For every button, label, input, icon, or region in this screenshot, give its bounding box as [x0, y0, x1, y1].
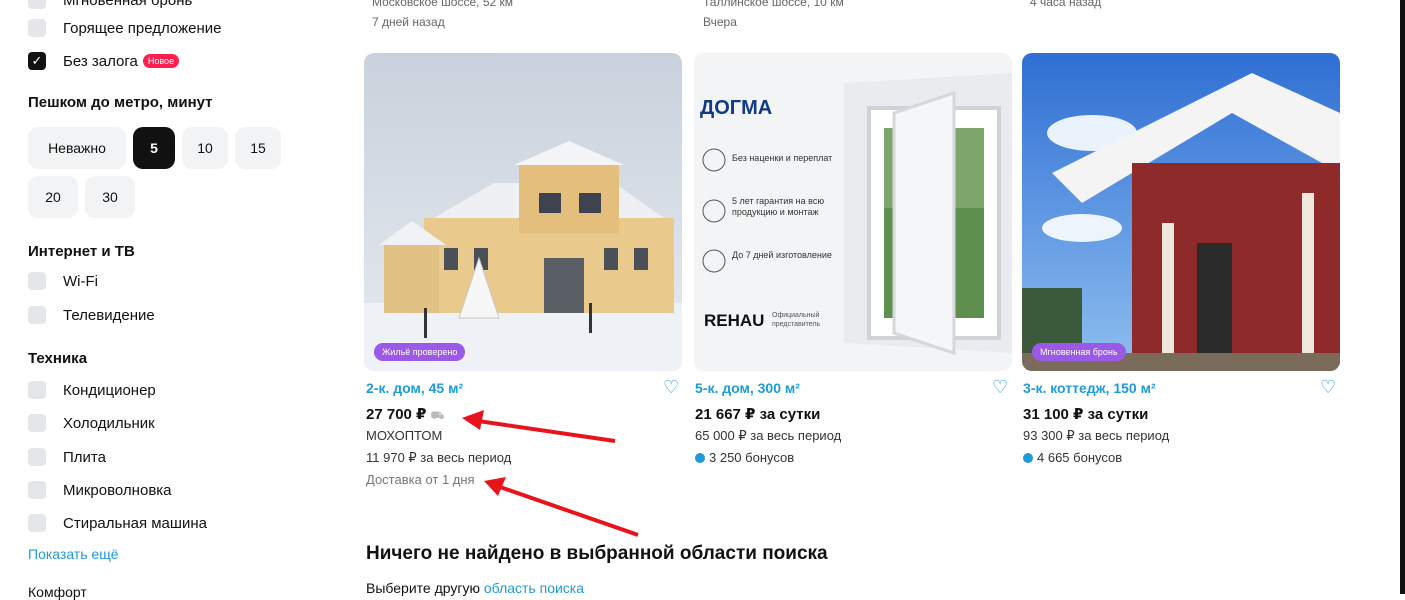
bonus-info: 4 665 бонусов: [1023, 450, 1122, 465]
prev-card-road: Московское шоссе, 52 км: [372, 0, 513, 9]
filter-hot-offer[interactable]: Горящее предложение: [28, 17, 222, 39]
listing-title[interactable]: 2-к. дом, 45 м²: [366, 380, 463, 396]
ad-partner-note: Официальный представитель: [772, 312, 821, 328]
filter-label: Горящее предложение: [63, 19, 222, 37]
favorite-heart-icon[interactable]: ♡: [992, 377, 1008, 398]
window-edge: [1400, 0, 1405, 594]
favorite-heart-icon[interactable]: ♡: [1320, 377, 1336, 398]
ad-point: До 7 дней изготовление: [732, 250, 832, 260]
period-price: 93 300 ₽ за весь период: [1023, 428, 1170, 443]
filter-tv[interactable]: Телевидение: [28, 304, 155, 326]
instant-booking-badge: Мгновенная бронь: [1032, 343, 1126, 361]
metro-option-5[interactable]: 5: [133, 127, 175, 169]
empty-state-title: Ничего не найдено в выбранной области по…: [366, 543, 828, 564]
checkbox[interactable]: [28, 306, 46, 324]
filter-label: Микроволновка: [63, 481, 172, 499]
filter-washer[interactable]: Стиральная машина: [28, 512, 207, 534]
bonus-icon: [1023, 453, 1033, 463]
ad-point: Без наценки и переплат: [732, 153, 833, 163]
filter-label: Wi-Fi: [63, 272, 98, 290]
filter-ac[interactable]: Кондиционер: [28, 379, 156, 401]
listing-photo[interactable]: Жильё проверено: [364, 53, 682, 371]
wooden-cottage-photo: [1022, 53, 1340, 371]
filter-label: Холодильник: [63, 414, 155, 432]
listing-price: 31 100 ₽ за сутки: [1023, 406, 1149, 423]
checkbox[interactable]: [28, 272, 46, 290]
filter-label: Стиральная машина: [63, 514, 207, 532]
listing-photo[interactable]: Мгновенная бронь: [1022, 53, 1340, 371]
seller-name: МОХОПТОМ: [366, 428, 443, 443]
listing-title[interactable]: 5-к. дом, 300 м²: [695, 380, 800, 396]
metro-option-30[interactable]: 30: [85, 176, 135, 218]
price-value: 27 700 ₽: [366, 406, 427, 423]
filter-stove[interactable]: Плита: [28, 446, 106, 468]
bonus-icon: [695, 453, 705, 463]
prev-card-time: Вчера: [703, 15, 737, 29]
new-badge: Новое: [142, 54, 180, 68]
bonus-value: 3 250 бонусов: [709, 450, 795, 465]
checkbox[interactable]: [28, 448, 46, 466]
delivery-info: Доставка от 1 дня: [366, 472, 475, 487]
ad-point: 5 лет гарантия на всю продукцию и монтаж: [732, 196, 825, 217]
metro-option-20[interactable]: 20: [28, 176, 78, 218]
period-price: 65 000 ₽ за весь период: [695, 428, 842, 443]
prev-card-road: Таллинское шоссе, 10 км: [703, 0, 844, 9]
metro-section-title: Пешком до метро, минут: [28, 94, 213, 111]
filter-label: Телевидение: [63, 306, 155, 324]
metro-option-10[interactable]: 10: [182, 127, 228, 169]
delivery-truck-icon: ⛟: [430, 410, 445, 422]
ad-partner: REHAU: [704, 311, 765, 330]
checkbox-checked[interactable]: ✓: [28, 52, 46, 70]
red-arrowhead: [462, 410, 484, 430]
prev-card-time: 4 часа назад: [1030, 0, 1102, 9]
ad-banner[interactable]: ДОГМА Без наценки и переплат 5 лет гаран…: [694, 53, 1012, 371]
filter-label: Кондиционер: [63, 381, 156, 399]
checkbox[interactable]: [28, 414, 46, 432]
tech-section-title: Техника: [28, 350, 88, 367]
filter-label: Без залога: [63, 52, 138, 70]
filter-label: Мгновенная бронь: [63, 0, 193, 9]
checkbox[interactable]: [28, 381, 46, 399]
filter-microwave[interactable]: Микроволновка: [28, 479, 172, 501]
filter-no-deposit[interactable]: ✓ Без залога Новое: [28, 50, 180, 72]
filters-sidebar: Мгновенная бронь Горящее предложение ✓ Б…: [0, 0, 300, 600]
show-more-link[interactable]: Показать ещё: [28, 546, 119, 562]
favorite-heart-icon[interactable]: ♡: [663, 377, 679, 398]
listing-price: 27 700 ₽ ⛟: [366, 405, 445, 424]
filter-label: Плита: [63, 448, 106, 466]
house-winter-photo: [364, 53, 682, 371]
checkbox[interactable]: [28, 0, 46, 9]
next-section-title: Комфорт: [28, 584, 87, 600]
bonus-value: 4 665 бонусов: [1037, 450, 1123, 465]
red-arrowhead: [484, 477, 506, 496]
red-arrow-delivery: [499, 485, 639, 537]
filter-wifi[interactable]: Wi-Fi: [28, 270, 98, 292]
checkbox[interactable]: [28, 514, 46, 532]
internet-section-title: Интернет и ТВ: [28, 243, 135, 260]
ad-brand: ДОГМА: [700, 97, 773, 119]
checkbox[interactable]: [28, 481, 46, 499]
filter-fridge[interactable]: Холодильник: [28, 412, 155, 434]
checkbox[interactable]: [28, 19, 46, 37]
period-price: 11 970 ₽ за весь период: [366, 450, 512, 465]
filter-instant-booking[interactable]: Мгновенная бронь: [28, 0, 192, 11]
red-arrow-price: [477, 419, 616, 443]
verified-badge: Жильё проверено: [374, 343, 466, 361]
listing-title[interactable]: 3-к. коттедж, 150 м²: [1023, 380, 1156, 396]
metro-option-any[interactable]: Неважно: [28, 127, 126, 169]
prev-card-time: 7 дней назад: [372, 15, 445, 29]
bonus-info: 3 250 бонусов: [695, 450, 794, 465]
listing-price: 21 667 ₽ за сутки: [695, 406, 821, 423]
metro-option-15[interactable]: 15: [235, 127, 281, 169]
